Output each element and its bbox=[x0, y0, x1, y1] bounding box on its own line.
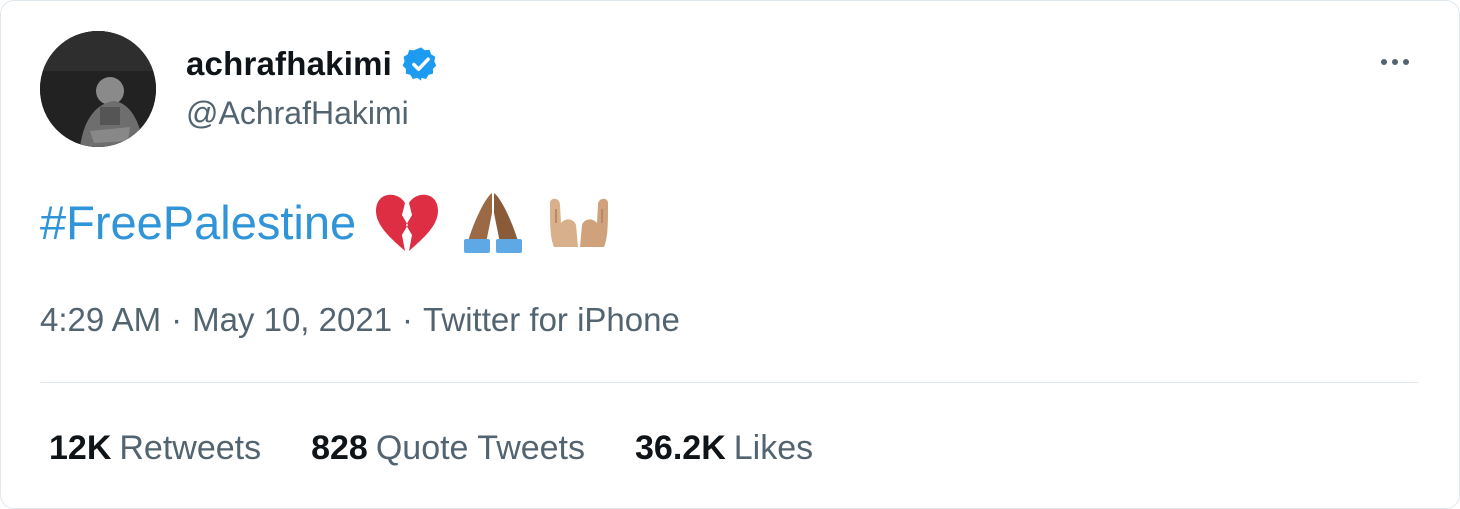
quote-tweets-label: Quote Tweets bbox=[375, 429, 586, 467]
tweet-stats: 12K Retweets 828 Quote Tweets 36.2K Likes bbox=[49, 429, 813, 468]
tweet-time[interactable]: 4:29 AM bbox=[40, 301, 161, 338]
tweet-text: #FreePalestine bbox=[40, 189, 614, 255]
author-display-name[interactable]: achrafhakimi bbox=[186, 45, 392, 83]
retweets-stat[interactable]: 12K Retweets bbox=[49, 429, 261, 468]
tweet-meta: 4:29 AM · May 10, 2021 · Twitter for iPhone bbox=[40, 301, 680, 339]
retweets-count: 12K bbox=[49, 429, 112, 467]
more-options-button[interactable] bbox=[1371, 45, 1419, 79]
folded-hands-icon bbox=[458, 189, 528, 255]
author-name-row: achrafhakimi bbox=[186, 45, 440, 83]
avatar[interactable] bbox=[40, 31, 156, 147]
quote-tweets-stat[interactable]: 828 Quote Tweets bbox=[311, 429, 585, 468]
quote-tweets-count: 828 bbox=[311, 429, 368, 467]
more-dot-icon bbox=[1403, 59, 1409, 65]
tweet-card: achrafhakimi @AchrafHakimi #FreePalestin… bbox=[0, 0, 1460, 509]
profile-photo bbox=[40, 31, 156, 147]
hashtag-link[interactable]: #FreePalestine bbox=[40, 195, 356, 250]
tweet-source[interactable]: Twitter for iPhone bbox=[423, 301, 680, 338]
likes-label: Likes bbox=[733, 429, 814, 467]
more-dot-icon bbox=[1392, 59, 1398, 65]
palms-up-icon bbox=[544, 189, 614, 255]
author-handle[interactable]: @AchrafHakimi bbox=[186, 95, 409, 132]
tweet-date[interactable]: May 10, 2021 bbox=[192, 301, 392, 338]
more-dot-icon bbox=[1381, 59, 1387, 65]
meta-separator: · bbox=[402, 301, 414, 338]
broken-heart-icon bbox=[372, 189, 442, 255]
meta-separator: · bbox=[171, 301, 183, 338]
divider bbox=[40, 382, 1418, 383]
likes-stat[interactable]: 36.2K Likes bbox=[635, 429, 813, 468]
retweets-label: Retweets bbox=[119, 429, 262, 467]
likes-count: 36.2K bbox=[635, 429, 726, 467]
verified-badge-icon bbox=[402, 45, 440, 83]
